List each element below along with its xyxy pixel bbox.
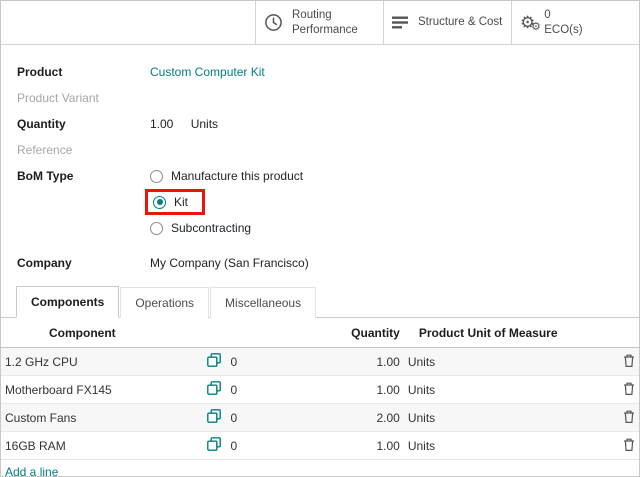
- copy-icon[interactable]: [207, 353, 221, 367]
- kit-highlight-box: Kit: [145, 189, 205, 215]
- header-quantity: Quantity: [284, 318, 404, 348]
- routing-performance-label: Routing Performance: [292, 8, 375, 37]
- product-label: Product: [17, 65, 150, 79]
- trash-icon[interactable]: [623, 354, 635, 367]
- reference-field-row: Reference: [17, 143, 623, 157]
- copy-icon[interactable]: [207, 381, 221, 395]
- trash-icon[interactable]: [623, 410, 635, 423]
- components-table: Component Quantity Product Unit of Measu…: [1, 318, 639, 477]
- trash-icon[interactable]: [623, 438, 635, 451]
- header-uom: Product Unit of Measure: [404, 318, 581, 348]
- eco-label: 0 ECO(s): [544, 8, 582, 37]
- company-value[interactable]: My Company (San Francisco): [150, 256, 309, 270]
- quantity-field-row: Quantity 1.00 Units: [17, 117, 623, 131]
- radio-manufacture[interactable]: Manufacture this product: [150, 169, 303, 183]
- component-name-cell[interactable]: 16GB RAM: [1, 432, 201, 460]
- uom-cell[interactable]: Units: [404, 348, 581, 376]
- tab-miscellaneous[interactable]: Miscellaneous: [210, 287, 316, 318]
- bars-icon: [392, 15, 409, 30]
- uom-cell[interactable]: Units: [404, 432, 581, 460]
- notebook-tabs: Components Operations Miscellaneous: [1, 286, 639, 318]
- radio-subcontracting-label: Subcontracting: [171, 221, 251, 235]
- bom-type-label: BoM Type: [17, 169, 150, 183]
- operation-count: 0: [226, 348, 284, 376]
- bom-form-page: Routing Performance Structure & Cost ⚙⚙ …: [0, 0, 640, 477]
- quantity-value[interactable]: 1.00: [150, 117, 173, 131]
- operation-count: 0: [226, 432, 284, 460]
- copy-icon[interactable]: [207, 409, 221, 423]
- copy-icon[interactable]: [207, 437, 221, 451]
- quantity-value-wrap[interactable]: 1.00 Units: [150, 117, 218, 131]
- table-row[interactable]: 1.2 GHz CPU 0 1.00 Units: [1, 348, 639, 376]
- component-name-cell[interactable]: 1.2 GHz CPU: [1, 348, 201, 376]
- bom-type-options: Manufacture this product Kit Subcontract…: [150, 169, 303, 244]
- table-row[interactable]: Custom Fans 0 2.00 Units: [1, 404, 639, 432]
- company-field-row: Company My Company (San Francisco): [17, 256, 623, 270]
- radio-subcontracting-circle[interactable]: [150, 222, 163, 235]
- quantity-cell[interactable]: 1.00: [284, 376, 404, 404]
- quantity-label: Quantity: [17, 117, 150, 131]
- radio-kit-label: Kit: [174, 195, 188, 209]
- reference-label: Reference: [17, 143, 150, 157]
- radio-manufacture-label: Manufacture this product: [171, 169, 303, 183]
- quantity-uom: Units: [191, 117, 218, 131]
- product-field-row: Product Custom Computer Kit: [17, 65, 623, 79]
- company-label: Company: [17, 256, 150, 270]
- eco-button[interactable]: ⚙⚙ 0 ECO(s): [511, 1, 639, 44]
- gears-icon: ⚙⚙: [520, 14, 535, 31]
- radio-kit-circle[interactable]: [153, 196, 166, 209]
- bom-type-field-row: BoM Type Manufacture this product Kit Su…: [17, 169, 623, 244]
- structure-cost-label: Structure & Cost: [418, 15, 502, 29]
- routing-performance-button[interactable]: Routing Performance: [255, 1, 383, 44]
- product-link[interactable]: Custom Computer Kit: [150, 65, 265, 79]
- quantity-cell[interactable]: 1.00: [284, 432, 404, 460]
- table-header-row: Component Quantity Product Unit of Measu…: [1, 318, 639, 348]
- radio-manufacture-circle[interactable]: [150, 170, 163, 183]
- component-name-cell[interactable]: Motherboard FX145: [1, 376, 201, 404]
- operation-count: 0: [226, 404, 284, 432]
- operation-count: 0: [226, 376, 284, 404]
- structure-cost-button[interactable]: Structure & Cost: [383, 1, 511, 44]
- quantity-cell[interactable]: 1.00: [284, 348, 404, 376]
- header-component: Component: [1, 318, 201, 348]
- add-a-line-link[interactable]: Add a line: [5, 465, 58, 477]
- bom-form: Product Custom Computer Kit Product Vari…: [1, 45, 639, 270]
- trash-icon[interactable]: [623, 382, 635, 395]
- uom-cell[interactable]: Units: [404, 404, 581, 432]
- add-line-row: Add a line: [1, 460, 639, 477]
- quantity-cell[interactable]: 2.00: [284, 404, 404, 432]
- eco-text: ECO(s): [544, 23, 582, 37]
- radio-subcontracting[interactable]: Subcontracting: [150, 221, 303, 235]
- stat-button-bar: Routing Performance Structure & Cost ⚙⚙ …: [1, 1, 639, 45]
- tab-components[interactable]: Components: [16, 286, 119, 318]
- product-variant-field-row: Product Variant: [17, 91, 623, 105]
- component-name-cell[interactable]: Custom Fans: [1, 404, 201, 432]
- eco-count: 0: [544, 8, 582, 22]
- product-variant-label: Product Variant: [17, 91, 150, 105]
- tab-operations[interactable]: Operations: [120, 287, 209, 318]
- uom-cell[interactable]: Units: [404, 376, 581, 404]
- table-row[interactable]: 16GB RAM 0 1.00 Units: [1, 432, 639, 460]
- radio-kit[interactable]: Kit: [153, 195, 188, 209]
- clock-icon: [264, 13, 283, 32]
- table-row[interactable]: Motherboard FX145 0 1.00 Units: [1, 376, 639, 404]
